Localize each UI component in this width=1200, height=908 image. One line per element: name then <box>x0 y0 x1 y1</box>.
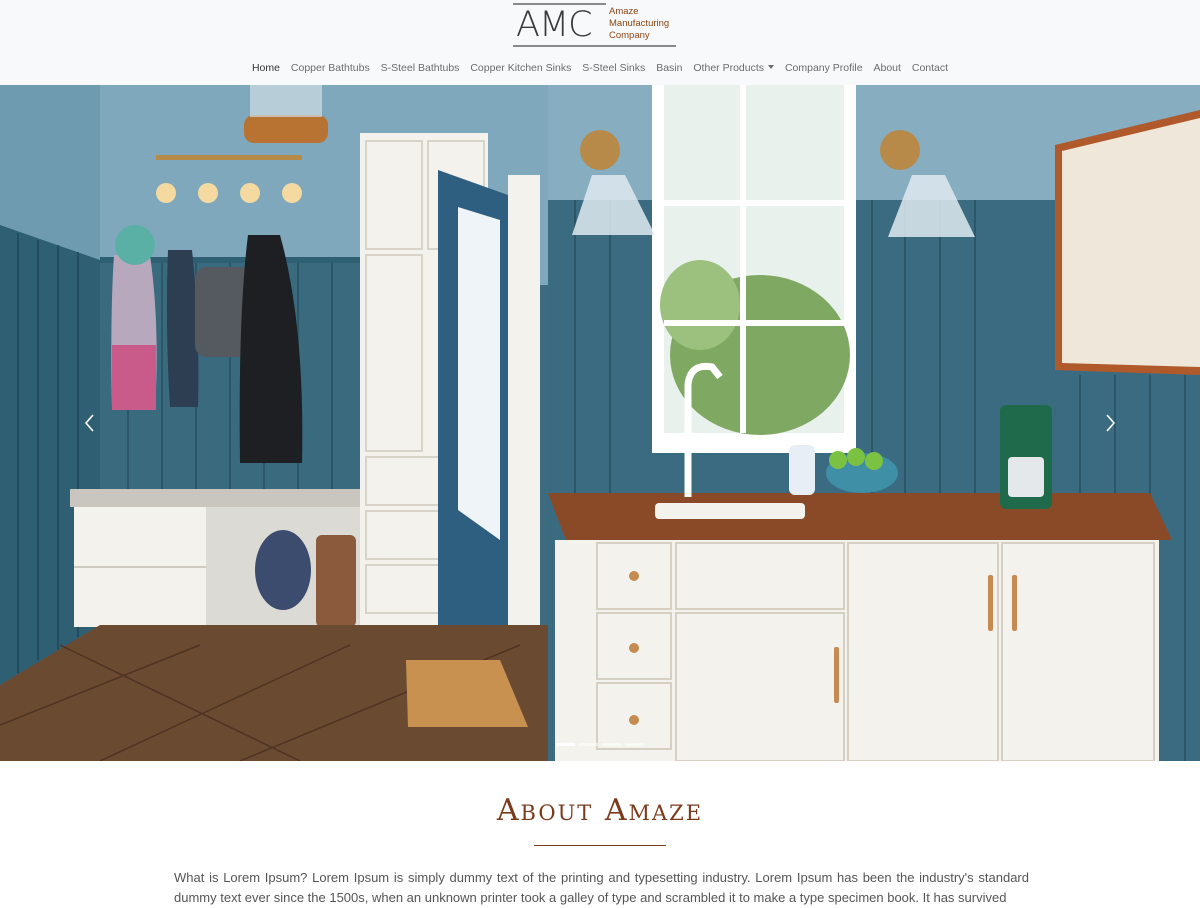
nav-item-home[interactable]: Home <box>252 60 280 76</box>
art-print <box>1062 118 1200 367</box>
logo-name-line: Manufacturing <box>609 18 670 29</box>
carousel-indicator[interactable] <box>625 743 644 746</box>
carousel-indicators <box>556 743 646 747</box>
sink-basin <box>655 503 805 519</box>
logo-mark: AMC <box>516 5 593 45</box>
bike-helmet <box>115 225 155 265</box>
nav-item-copper-bathtubs[interactable]: Copper Bathtubs <box>291 60 370 76</box>
carousel-prev-button[interactable] <box>80 411 100 435</box>
nav-item-about[interactable]: About <box>873 60 900 76</box>
about-heading-rule <box>534 845 666 846</box>
hero-slide-image <box>0 85 1200 761</box>
main-nav: Home Copper Bathtubs S-Steel Bathtubs Co… <box>0 60 1200 76</box>
nav-item-s-steel-bathtubs[interactable]: S-Steel Bathtubs <box>381 60 460 76</box>
site-header: AMC Amaze Manufacturing Company Home Cop… <box>0 0 1200 85</box>
pendant-lamp-glass <box>250 85 322 117</box>
soap-dispenser <box>789 445 815 495</box>
nav-item-company-profile[interactable]: Company Profile <box>785 60 863 76</box>
about-paragraph: What is Lorem Ipsum? Lorem Ipsum is simp… <box>174 870 1029 905</box>
chevron-left-icon <box>84 414 94 432</box>
cubby-tote <box>316 535 356 627</box>
vanity-light-bar <box>156 155 302 160</box>
window-foliage <box>660 260 740 350</box>
nav-item-s-steel-sinks[interactable]: S-Steel Sinks <box>582 60 645 76</box>
coffee-carafe <box>1008 457 1044 497</box>
sconce-plate <box>880 130 920 170</box>
hero-carousel <box>0 85 1200 761</box>
butcher-block-counter <box>548 493 1172 540</box>
base-cabinets <box>555 540 1159 761</box>
carousel-indicator[interactable] <box>556 743 575 746</box>
nav-item-other-products[interactable]: Other Products <box>693 60 775 76</box>
chevron-right-icon <box>1106 414 1116 432</box>
coat-pink <box>112 345 156 410</box>
pendant-lamp <box>244 115 328 143</box>
nav-item-basin[interactable]: Basin <box>656 60 682 76</box>
logo-rule-bottom <box>513 45 676 47</box>
about-heading: About Amaze <box>496 793 704 828</box>
door-glass <box>458 207 500 540</box>
logo-name-line: Amaze <box>609 6 639 17</box>
logo-name-line: Company <box>609 30 650 41</box>
cubby-bag <box>255 530 311 610</box>
coat-navy <box>166 250 199 407</box>
logo-company-name: Amaze Manufacturing Company <box>609 6 679 42</box>
carousel-next-button[interactable] <box>1100 411 1120 435</box>
amc-logo[interactable]: AMC Amaze Manufacturing Company <box>513 3 676 47</box>
bench-top <box>70 489 362 507</box>
carousel-indicator[interactable] <box>579 743 598 746</box>
carousel-indicator[interactable] <box>602 743 621 746</box>
nav-item-other-products-label: Other Products <box>693 62 765 74</box>
sconce-plate <box>580 130 620 170</box>
nav-item-copper-kitchen-sinks[interactable]: Copper Kitchen Sinks <box>470 60 571 76</box>
caret-down-icon <box>768 65 775 69</box>
nav-item-contact[interactable]: Contact <box>912 60 948 76</box>
